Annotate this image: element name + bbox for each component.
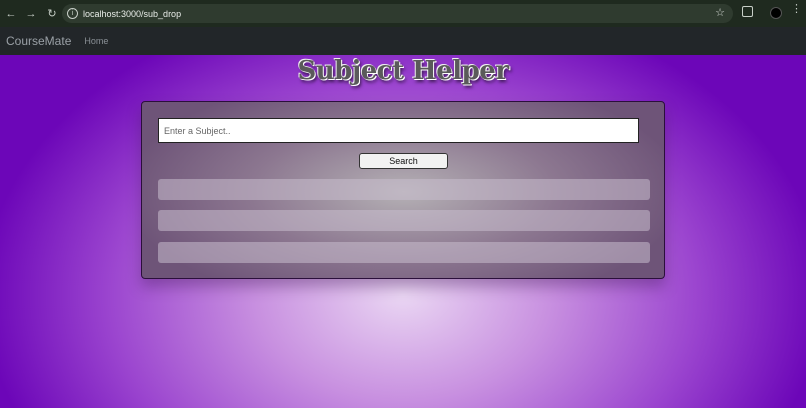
search-button[interactable]: Search	[359, 153, 448, 169]
app-navbar: CourseMate Home	[0, 27, 806, 55]
main-content: Subject Helper Search	[0, 55, 806, 408]
avatar[interactable]	[770, 7, 782, 19]
result-row[interactable]	[158, 179, 650, 200]
arrow-left-icon[interactable]: ←	[4, 7, 18, 21]
star-icon[interactable]: ☆	[715, 6, 725, 19]
url-text[interactable]: localhost:3000/sub_drop	[83, 9, 181, 19]
kebab-menu-icon[interactable]: ⋮	[791, 4, 802, 15]
reload-icon[interactable]: ↻	[45, 7, 59, 21]
address-bar[interactable]: i localhost:3000/sub_drop ☆	[62, 4, 733, 23]
extension-icon[interactable]	[742, 6, 753, 17]
page-title: Subject Helper	[297, 56, 509, 86]
search-card: Search	[141, 101, 665, 279]
browser-toolbar: ← → ↻ i localhost:3000/sub_drop ☆ ⋮	[0, 0, 806, 27]
brand-logo[interactable]: CourseMate	[6, 34, 71, 48]
subject-search-input[interactable]	[158, 118, 639, 143]
info-icon[interactable]: i	[67, 8, 78, 19]
arrow-right-icon[interactable]: →	[24, 7, 38, 21]
result-row[interactable]	[158, 210, 650, 231]
nav-link-home[interactable]: Home	[84, 36, 108, 46]
result-row[interactable]	[158, 242, 650, 263]
